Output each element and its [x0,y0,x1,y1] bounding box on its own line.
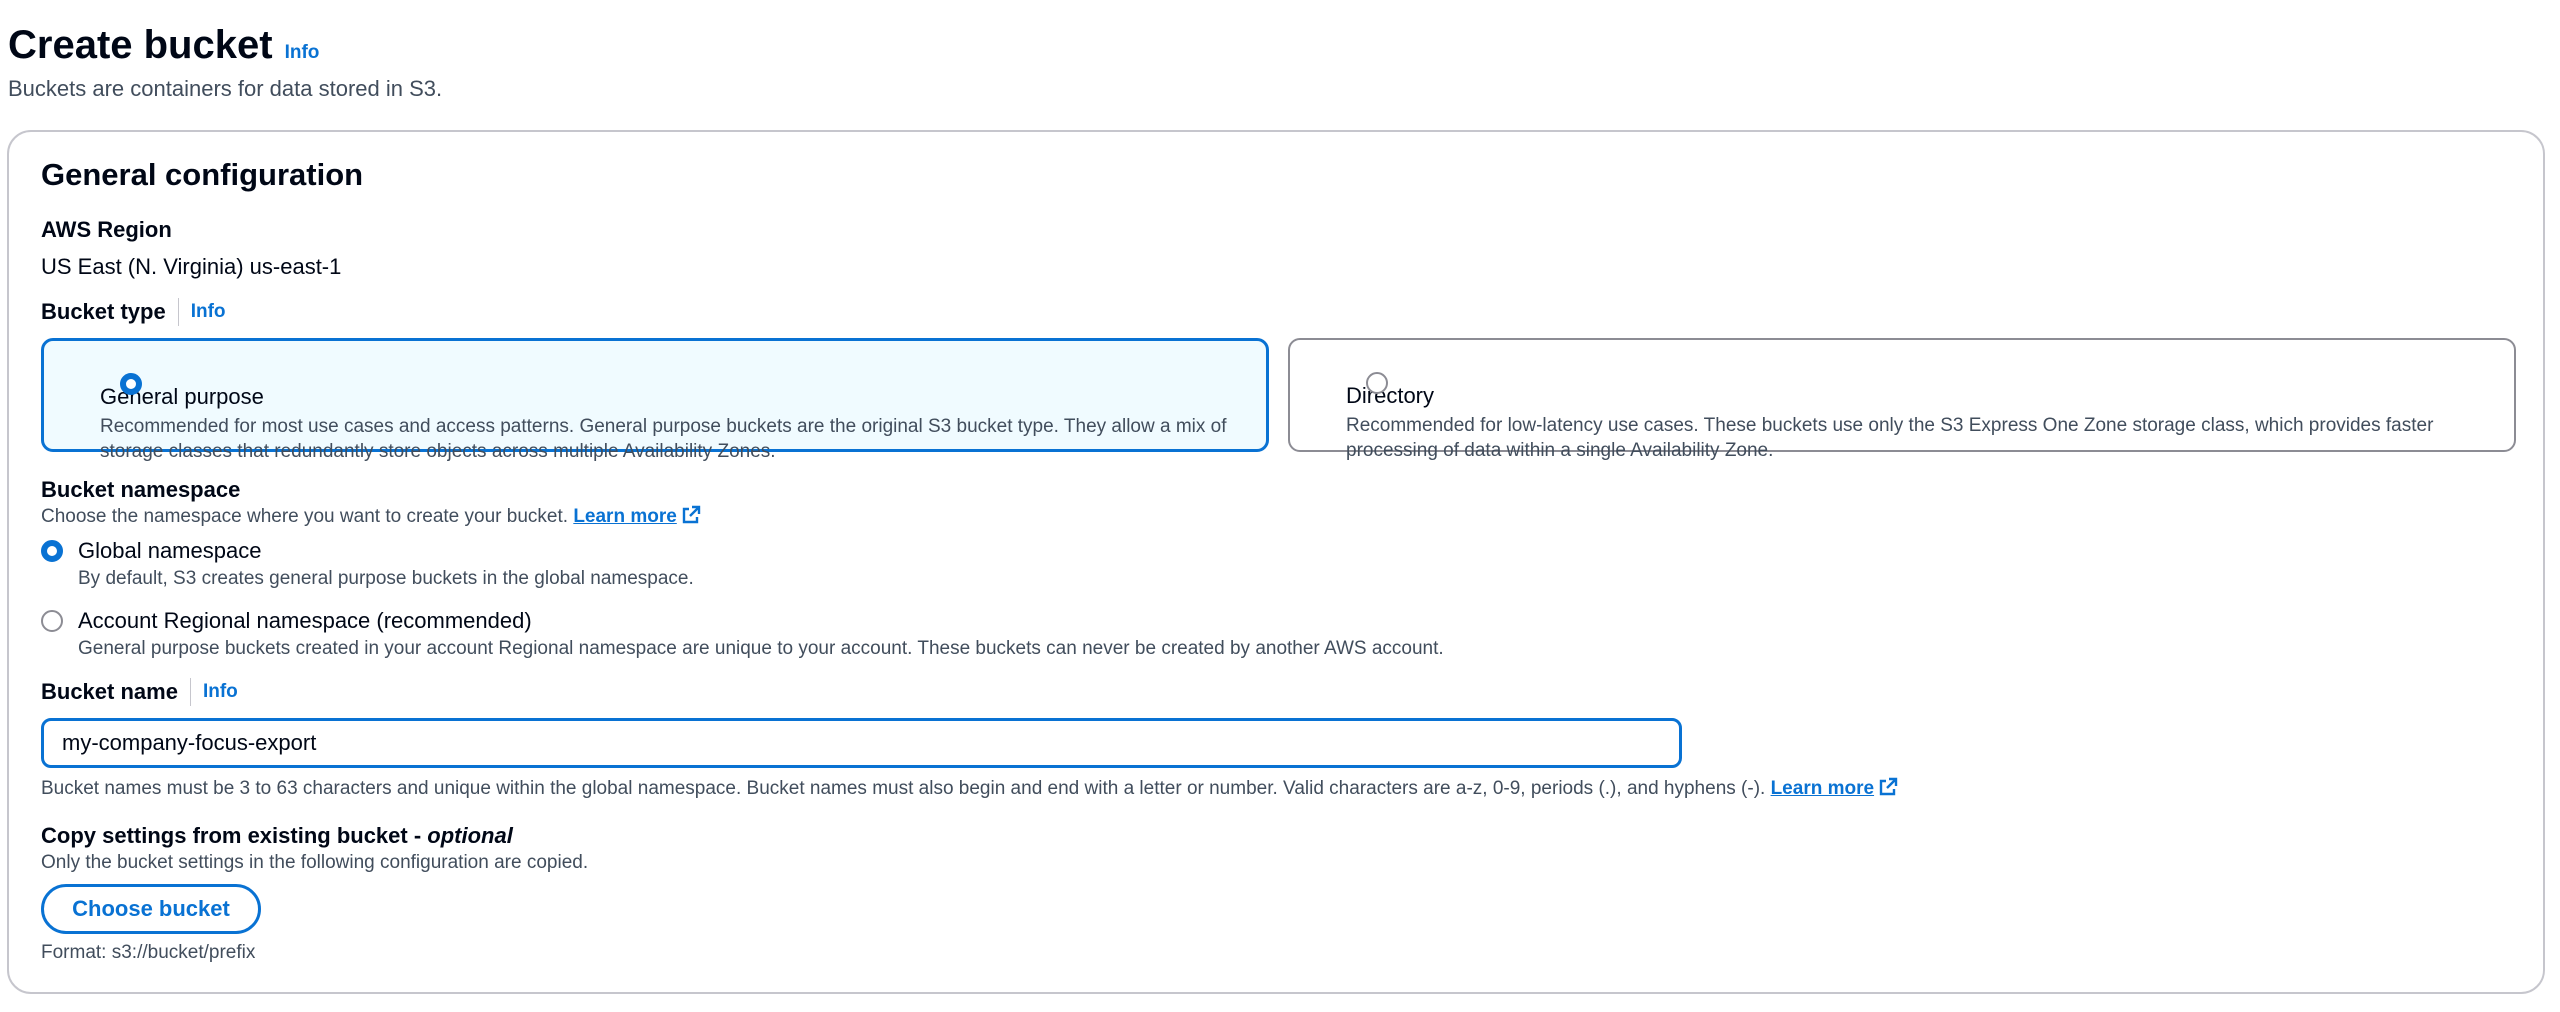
page-info-link[interactable]: Info [285,42,320,64]
region-value: US East (N. Virginia) us-east-1 [41,254,342,279]
namespace-description: Choose the namespace where you want to c… [41,506,569,527]
general-configuration-panel: General configuration AWS Region US East… [7,130,2545,994]
external-link-icon [681,505,701,533]
section-title: General configuration [41,157,364,192]
tile-title: Directory [1346,383,1435,408]
bucket-type-general-purpose-tile[interactable]: General purpose Recommended for most use… [41,338,1269,462]
namespace-label: Bucket namespace [41,477,241,502]
bucket-name-info-link[interactable]: Info [203,681,238,703]
namespace-option-global[interactable]: Global namespace By default, S3 creates … [41,536,694,592]
copy-settings-format: Format: s3://bucket/prefix [41,942,256,963]
general-purpose-radio[interactable] [120,373,142,395]
label-divider [189,678,191,706]
option-title: Account Regional namespace (recommended) [78,608,532,633]
global-namespace-radio[interactable] [41,540,63,562]
page-title: Create bucket [8,23,273,67]
bucket-name-label: Bucket name [41,679,178,704]
bucket-type-label: Bucket type [41,299,166,324]
region-label: AWS Region [41,217,172,242]
bucket-type-info-link[interactable]: Info [191,301,226,323]
copy-settings-description: Only the bucket settings in the followin… [41,852,589,873]
tile-title: General purpose [100,384,264,409]
tile-description: Recommended for low-latency use cases. T… [1346,415,2434,461]
optional-marker: optional [427,823,513,848]
regional-namespace-radio[interactable] [41,610,63,632]
namespace-option-regional[interactable]: Account Regional namespace (recommended)… [41,606,1444,662]
copy-settings-label: Copy settings from existing bucket - opt… [41,823,513,848]
tile-description: Recommended for most use cases and acces… [100,416,1227,462]
bucket-name-input[interactable] [41,718,1682,768]
bucket-type-label-row: Bucket type Info [41,298,226,326]
directory-radio[interactable] [1366,372,1388,394]
bucket-name-label-row: Bucket name Info [41,678,238,706]
bucket-name-hint: Bucket names must be 3 to 63 characters … [41,778,1766,799]
bucket-name-hint-row: Bucket names must be 3 to 63 characters … [41,776,1898,805]
choose-bucket-button[interactable]: Choose bucket [41,884,261,934]
bucket-type-directory-tile[interactable]: Directory Recommended for low-latency us… [1288,338,2516,461]
option-description: General purpose buckets created in your … [78,638,1444,659]
namespace-description-row: Choose the namespace where you want to c… [41,504,701,533]
external-link-icon [1878,777,1898,805]
page-header: Create bucket Info Buckets are container… [8,20,442,104]
option-description: By default, S3 creates general purpose b… [78,568,694,589]
page-description: Buckets are containers for data stored i… [8,76,443,101]
option-title: Global namespace [78,538,262,563]
label-divider [177,298,179,326]
namespace-learn-more-link[interactable]: Learn more [573,505,700,527]
bucket-name-learn-more-link[interactable]: Learn more [1771,777,1898,799]
